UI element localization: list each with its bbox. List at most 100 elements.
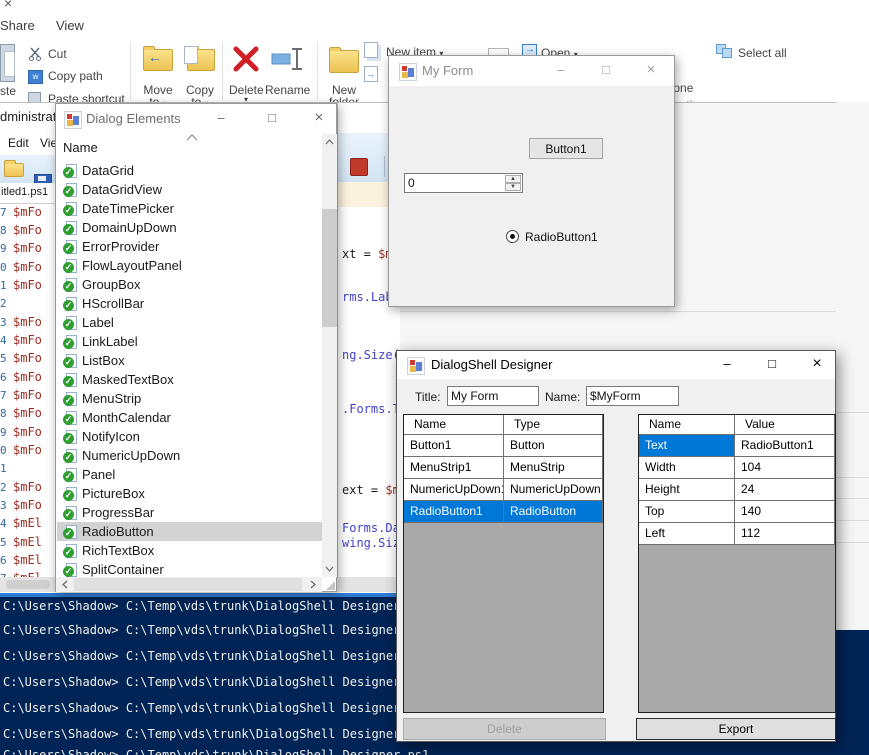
properties-grid[interactable]: NameValueTextRadioButton1Width104Height2… — [638, 414, 836, 713]
copy-path-icon: w — [28, 70, 43, 84]
grid-row[interactable]: Width104 — [639, 457, 835, 479]
cut-button[interactable]: Cut — [48, 47, 67, 61]
list-item[interactable]: ✓DataGrid — [57, 161, 322, 180]
grid-cell[interactable]: MenuStrip — [504, 457, 603, 479]
rename-button[interactable]: Rename — [265, 44, 309, 100]
grid-cell[interactable]: 112 — [735, 523, 835, 545]
scrollbar-thumb[interactable] — [322, 209, 337, 327]
titlebar[interactable]: DialogShell Designer – □ × — [397, 351, 835, 379]
list-item[interactable]: ✓Panel — [57, 465, 322, 484]
numeric-updown[interactable]: 0 ▲ ▼ — [404, 173, 523, 193]
list-item[interactable]: ✓ProgressBar — [57, 503, 322, 522]
scroll-left-icon[interactable] — [58, 577, 72, 592]
list-item[interactable]: ✓MenuStrip — [57, 389, 322, 408]
grid-cell[interactable]: RadioButton — [504, 501, 603, 523]
close-button[interactable]: × — [641, 60, 661, 80]
new-folder-button[interactable]: New folder — [326, 44, 362, 100]
grid-cell[interactable]: MenuStrip1 — [404, 457, 504, 479]
easy-access-icon[interactable]: → — [364, 66, 378, 82]
close-icon[interactable]: × — [4, 0, 12, 11]
tab-share[interactable]: Share — [0, 18, 35, 33]
list-item[interactable]: ✓RadioButton — [57, 522, 322, 541]
rename-label: Rename — [265, 83, 309, 97]
minimize-button[interactable]: – — [551, 60, 571, 80]
list-item[interactable]: ✓DataGridView — [57, 180, 322, 199]
grid-cell[interactable]: Height — [639, 479, 735, 501]
maximize-button[interactable]: □ — [762, 354, 782, 374]
grid-cell[interactable]: Text — [639, 435, 735, 457]
grid-row[interactable]: Button1Button — [404, 435, 603, 457]
minimize-button[interactable]: – — [717, 354, 737, 374]
name-input[interactable] — [586, 386, 679, 406]
grid-cell[interactable]: NumericUpDown1 — [404, 479, 504, 501]
title-input[interactable] — [447, 386, 539, 406]
grid-row[interactable]: Left112 — [639, 523, 835, 545]
list-item[interactable]: ✓Label — [57, 313, 322, 332]
scrollbar-thumb[interactable] — [6, 580, 50, 589]
grid-cell[interactable]: 104 — [735, 457, 835, 479]
ise-editor-line: 8$mFo — [0, 223, 42, 241]
list-item[interactable]: ✓ListBox — [57, 351, 322, 370]
tab-view[interactable]: View — [56, 18, 84, 33]
grid-cell[interactable]: Left — [639, 523, 735, 545]
row-separator — [836, 498, 869, 499]
scrollbar-thumb[interactable] — [74, 578, 302, 591]
list-item[interactable]: ✓HScrollBar — [57, 294, 322, 313]
grid-row[interactable]: NumericUpDown1NumericUpDown — [404, 479, 603, 501]
scroll-up-icon[interactable] — [322, 134, 337, 150]
radiobutton1[interactable] — [506, 230, 519, 243]
scroll-down-icon[interactable] — [322, 561, 337, 577]
dialog-elements-window: Dialog Elements – □ × Name ✓DataGrid✓Dat… — [55, 103, 337, 592]
horizontal-scrollbar[interactable] — [56, 577, 322, 592]
controls-grid[interactable]: NameTypeButton1ButtonMenuStrip1MenuStrip… — [403, 414, 604, 713]
row-separator — [836, 542, 869, 543]
close-button[interactable]: × — [807, 354, 827, 374]
move-to-button[interactable]: ← Move to ▾ — [140, 44, 176, 100]
list-item[interactable]: ✓PictureBox — [57, 484, 322, 503]
grid-row[interactable]: RadioButton1RadioButton — [404, 501, 603, 523]
grid-cell[interactable]: RadioButton1 — [735, 435, 835, 457]
maximize-button[interactable]: □ — [596, 60, 616, 80]
paste-label[interactable]: ste — [0, 84, 16, 98]
spin-down-icon[interactable]: ▼ — [505, 183, 521, 191]
list-item[interactable]: ✓ErrorProvider — [57, 237, 322, 256]
grid-row[interactable]: TextRadioButton1 — [639, 435, 835, 457]
grid-row[interactable]: Top140 — [639, 501, 835, 523]
copy-to-button[interactable]: Copy to ▾ — [182, 44, 218, 100]
list-item[interactable]: ✓MonthCalendar — [57, 408, 322, 427]
grid-cell[interactable]: 24 — [735, 479, 835, 501]
button1[interactable]: Button1 — [529, 138, 603, 159]
scroll-right-icon[interactable] — [306, 577, 320, 592]
grid-cell[interactable]: Width — [639, 457, 735, 479]
vertical-scrollbar[interactable] — [322, 134, 337, 577]
list-item[interactable]: ✓LinkLabel — [57, 332, 322, 351]
grid-cell[interactable]: RadioButton1 — [404, 501, 504, 523]
delete-button[interactable]: Delete ▾ — [229, 44, 263, 100]
grid-cell[interactable]: NumericUpDown — [504, 479, 603, 501]
list-item[interactable]: ✓NotifyIcon — [57, 427, 322, 446]
grid-cell[interactable]: Button — [504, 435, 603, 457]
grid-row[interactable]: Height24 — [639, 479, 835, 501]
resize-grip[interactable] — [326, 581, 335, 590]
grid-cell[interactable]: Top — [639, 501, 735, 523]
paste-icon[interactable] — [0, 44, 15, 82]
grid-row[interactable]: MenuStrip1MenuStrip — [404, 457, 603, 479]
list-item[interactable]: ✓DomainUpDown — [57, 218, 322, 237]
list-item[interactable]: ✓MaskedTextBox — [57, 370, 322, 389]
copy-path-button[interactable]: Copy path — [48, 69, 103, 83]
list-item[interactable]: ✓NumericUpDown — [57, 446, 322, 465]
list-item[interactable]: ✓RichTextBox — [57, 541, 322, 560]
titlebar[interactable]: My Form – □ × — [389, 56, 674, 86]
list-item[interactable]: ✓GroupBox — [57, 275, 322, 294]
select-all-button[interactable]: Select all — [738, 46, 787, 60]
grid-header-cell[interactable]: Name — [404, 415, 504, 435]
list-item[interactable]: ✓FlowLayoutPanel — [57, 256, 322, 275]
list-item[interactable]: ✓DateTimePicker — [57, 199, 322, 218]
grid-cell[interactable]: 140 — [735, 501, 835, 523]
grid-cell[interactable]: Button1 — [404, 435, 504, 457]
grid-header-cell[interactable]: Name — [639, 415, 735, 435]
grid-header-cell[interactable]: Type — [504, 415, 603, 435]
grid-header-cell[interactable]: Value — [735, 415, 835, 435]
spin-up-icon[interactable]: ▲ — [505, 175, 521, 183]
export-button[interactable]: Export — [636, 718, 836, 740]
